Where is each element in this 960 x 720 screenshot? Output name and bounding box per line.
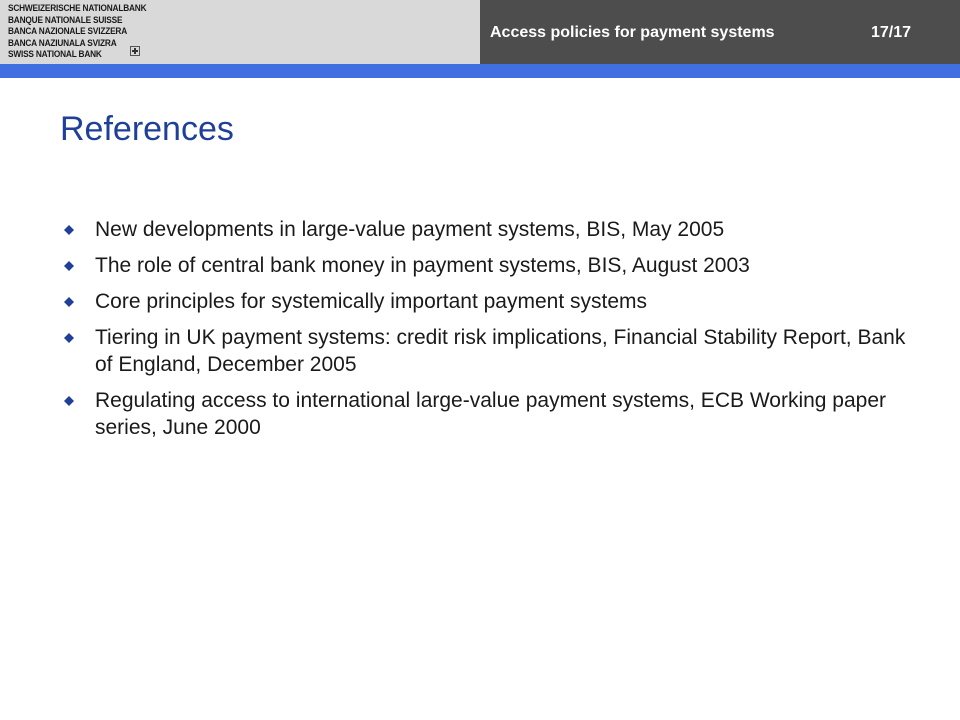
list-item: The role of central bank money in paymen… bbox=[60, 252, 910, 279]
diamond-bullet-icon bbox=[64, 261, 74, 271]
references-list: New developments in large-value payment … bbox=[60, 216, 910, 450]
slide: SCHWEIZERISCHE NATIONALBANK BANQUE NATIO… bbox=[0, 0, 960, 720]
logo-line: SCHWEIZERISCHE NATIONALBANK bbox=[8, 3, 147, 13]
logo-line: BANQUE NATIONALE SUISSE bbox=[8, 14, 123, 25]
diamond-bullet-icon bbox=[64, 333, 74, 343]
list-item: Tiering in UK payment systems: credit ri… bbox=[60, 324, 910, 378]
page-indicator: 17/17 bbox=[871, 24, 912, 41]
presentation-title: Access policies for payment systems bbox=[490, 24, 775, 41]
logo-line: SWISS NATIONAL BANK bbox=[8, 49, 102, 59]
list-item: Core principles for systemically importa… bbox=[60, 288, 910, 315]
logo-line: BANCA NAZIUNALA SVIZRA bbox=[8, 37, 117, 48]
diamond-bullet-icon bbox=[64, 396, 74, 406]
bank-logo: SCHWEIZERISCHE NATIONALBANK BANQUE NATIO… bbox=[8, 3, 147, 61]
list-item: New developments in large-value payment … bbox=[60, 216, 910, 243]
accent-bar bbox=[0, 64, 960, 78]
list-item-text: Tiering in UK payment systems: credit ri… bbox=[95, 326, 906, 376]
list-item-text: The role of central bank money in paymen… bbox=[95, 254, 750, 277]
list-item-text: New developments in large-value payment … bbox=[95, 218, 725, 241]
diamond-bullet-icon bbox=[64, 297, 74, 307]
list-item-text: Regulating access to international large… bbox=[95, 389, 887, 439]
slide-title: References bbox=[60, 110, 234, 148]
logo-line: BANCA NAZIONALE SVIZZERA bbox=[8, 26, 128, 36]
swiss-cross-icon bbox=[130, 46, 140, 56]
diamond-bullet-icon bbox=[64, 225, 74, 235]
list-item: Regulating access to international large… bbox=[60, 387, 910, 441]
list-item-text: Core principles for systemically importa… bbox=[95, 290, 648, 313]
